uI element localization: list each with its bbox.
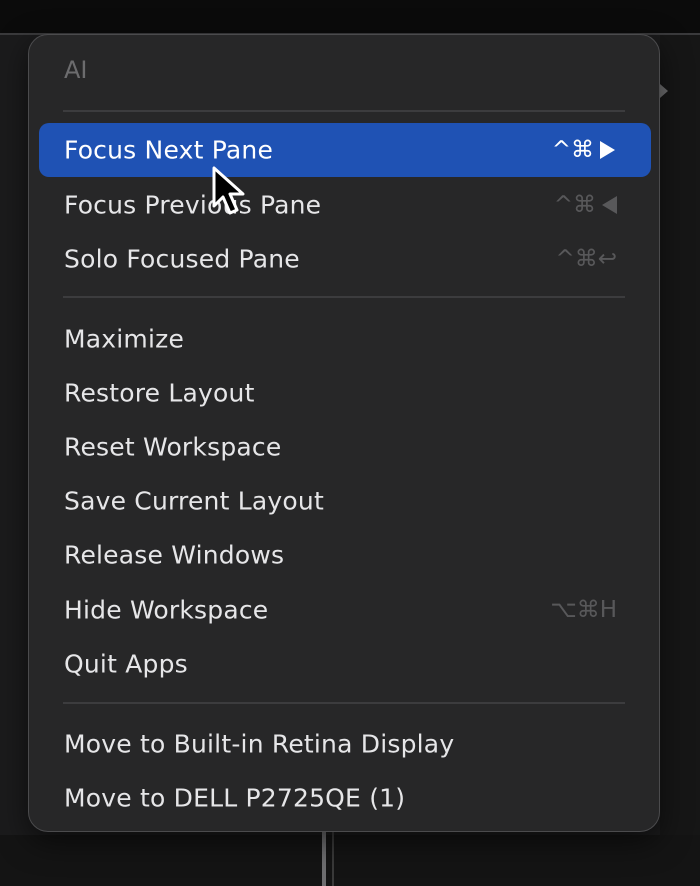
context-menu: AI Focus Next Pane ^⌘ Focus Previous Pan… (28, 34, 660, 832)
menu-item-label: Solo Focused Pane (64, 244, 300, 274)
window-divider-shadow (332, 830, 334, 886)
menu-item-release-windows[interactable]: Release Windows (39, 528, 651, 582)
menu-item-shortcut: ^⌘ (554, 192, 617, 218)
menu-item-label: Save Current Layout (64, 486, 324, 516)
menu-item-focus-previous-pane[interactable]: Focus Previous Pane ^⌘ (39, 178, 651, 232)
menu-item-move-to-built-in-display[interactable]: Move to Built-in Retina Display (39, 717, 651, 771)
menu-separator (63, 110, 625, 112)
menu-separator (63, 702, 625, 704)
menu-item-focus-next-pane[interactable]: Focus Next Pane ^⌘ (39, 123, 651, 177)
menu-item-label: Reset Workspace (64, 432, 282, 462)
background-bottom-area (0, 835, 700, 886)
menu-item-label: Hide Workspace (64, 595, 269, 625)
menu-item-label: Quit Apps (64, 649, 188, 679)
background-right-pane (660, 35, 700, 886)
menu-item-label: Maximize (64, 324, 185, 354)
menu-item-label: Restore Layout (64, 378, 255, 408)
menu-section-title: AI (64, 56, 88, 84)
menu-item-label: Release Windows (64, 540, 285, 570)
menu-item-move-to-dell-display[interactable]: Move to DELL P2725QE (1) (39, 771, 651, 825)
menu-item-shortcut: ^⌘↩ (555, 246, 617, 272)
submenu-chevron-icon (660, 84, 668, 98)
menu-item-restore-layout[interactable]: Restore Layout (39, 366, 651, 420)
background-top-bar (0, 0, 700, 34)
menu-separator (63, 296, 625, 298)
window-divider (322, 830, 326, 886)
menu-item-quit-apps[interactable]: Quit Apps (39, 637, 651, 691)
menu-item-solo-focused-pane[interactable]: Solo Focused Pane ^⌘↩ (39, 232, 651, 286)
menu-item-hide-workspace[interactable]: Hide Workspace ⌥⌘H (39, 583, 651, 637)
menu-item-reset-workspace[interactable]: Reset Workspace (39, 420, 651, 474)
menu-item-save-current-layout[interactable]: Save Current Layout (39, 474, 651, 528)
menu-item-label: Move to Built-in Retina Display (64, 729, 455, 759)
menu-item-label: Move to DELL P2725QE (1) (64, 783, 406, 813)
menu-item-maximize[interactable]: Maximize (39, 312, 651, 366)
triangle-left-icon (602, 196, 617, 214)
menu-item-shortcut: ⌥⌘H (550, 597, 617, 623)
menu-item-shortcut: ^⌘ (552, 137, 615, 163)
triangle-right-icon (600, 141, 615, 159)
menu-item-label: Focus Next Pane (64, 135, 274, 165)
menu-item-label: Focus Previous Pane (64, 190, 322, 220)
